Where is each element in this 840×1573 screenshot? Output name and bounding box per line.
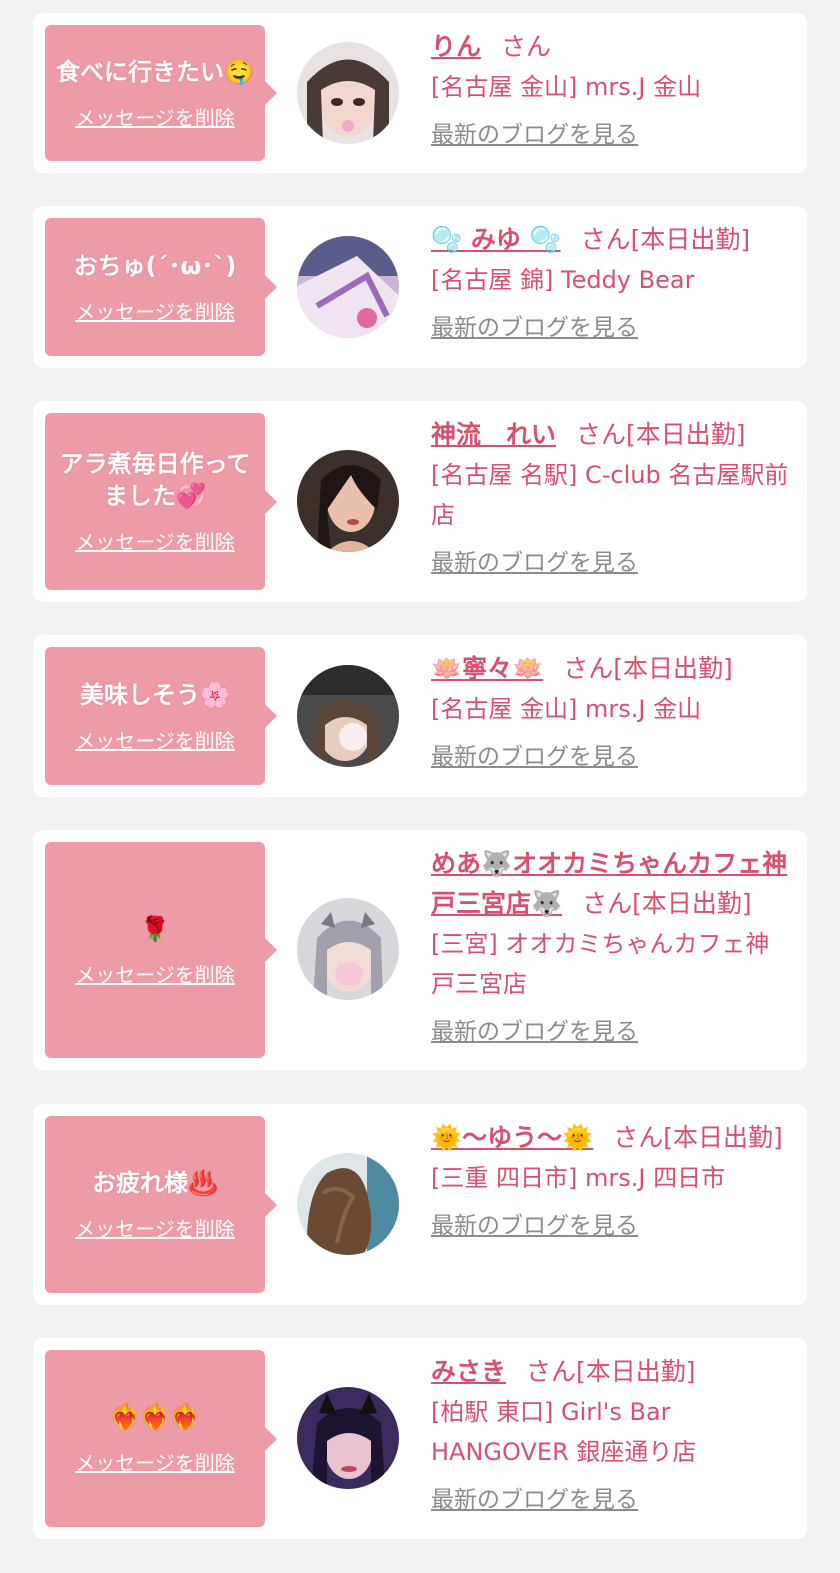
avatar-photo xyxy=(297,1153,399,1255)
message-bubble: 🌹 メッセージを削除 xyxy=(45,842,277,1058)
message-text: ❤️‍🔥❤️‍🔥❤️‍🔥 xyxy=(110,1403,200,1431)
avatar-photo xyxy=(297,665,399,767)
shop-name: [柏駅 東口] Girl's Bar HANGOVER 銀座通り店 xyxy=(431,1398,697,1466)
cast-info: りん さん [名古屋 金山] mrs.J 金山 最新のブログを見る xyxy=(431,27,793,149)
delete-message-link[interactable]: メッセージを削除 xyxy=(75,1213,235,1242)
latest-blog-link[interactable]: 最新のブログを見る xyxy=(431,121,638,149)
latest-blog-link[interactable]: 最新のブログを見る xyxy=(431,314,638,342)
avatar-photo xyxy=(297,898,399,1000)
favorite-card: おちゅ(´･ω･`) メッセージを削除 🫧 みゆ 🫧 さん[本日出勤] [名古屋 … xyxy=(33,206,807,368)
avatar-photo xyxy=(297,450,399,552)
cast-status: さん[本日出勤] xyxy=(582,889,752,918)
cast-info: みさき さん[本日出勤] [柏駅 東口] Girl's Bar HANGOVER … xyxy=(431,1352,793,1514)
latest-blog-link[interactable]: 最新のブログを見る xyxy=(431,1018,638,1046)
avatar[interactable] xyxy=(297,1387,399,1489)
favorites-list: 食べに行きたい🤤 メッセージを削除 りん さん [名古屋 金山] mrs.J 金山… xyxy=(0,0,840,1573)
cast-status: さん[本日出勤] xyxy=(613,1123,783,1152)
message-bubble: アラ煮毎日作ってました💞 メッセージを削除 xyxy=(45,413,277,590)
delete-message-link[interactable]: メッセージを削除 xyxy=(75,296,235,325)
cast-name-link[interactable]: 🫧 みゆ 🫧 xyxy=(431,225,561,254)
message-text: 食べに行きたい🤤 xyxy=(56,57,254,86)
shop-name: [三宮] オオカミちゃんカフェ神戸三宮店 xyxy=(431,930,770,998)
avatar[interactable] xyxy=(297,1153,399,1255)
delete-message-link[interactable]: メッセージを削除 xyxy=(75,959,235,988)
shop-name: [名古屋 名駅] C-club 名古屋駅前店 xyxy=(431,461,789,529)
favorite-card: 🌹 メッセージを削除 めあ🐺オオカミちゃんカフェ神戸三宮店🐺 さん[本日出勤] [… xyxy=(33,830,807,1070)
favorite-card: ❤️‍🔥❤️‍🔥❤️‍🔥 メッセージを削除 みさき さん[本日出勤] [柏駅 東口… xyxy=(33,1338,807,1539)
cast-status: さん[本日出勤] xyxy=(563,654,733,683)
favorite-card: 美味しそう🌸 メッセージを削除 🪷寧々🪷 さん[本日出勤] [名古屋 金山] mr… xyxy=(33,635,807,797)
avatar[interactable] xyxy=(297,450,399,552)
avatar-photo xyxy=(297,236,399,338)
cast-info: めあ🐺オオカミちゃんカフェ神戸三宮店🐺 さん[本日出勤] [三宮] オオカミちゃん… xyxy=(431,844,793,1046)
cast-name-link[interactable]: 🪷寧々🪷 xyxy=(431,654,543,683)
avatar-photo xyxy=(297,42,399,144)
latest-blog-link[interactable]: 最新のブログを見る xyxy=(431,1486,638,1514)
cast-name-link[interactable]: りん xyxy=(431,32,481,61)
avatar[interactable] xyxy=(297,665,399,767)
avatar[interactable] xyxy=(297,236,399,338)
cast-status: さん[本日出勤] xyxy=(576,420,746,449)
cast-status: さん[本日出勤] xyxy=(580,225,751,254)
delete-message-link[interactable]: メッセージを削除 xyxy=(75,102,235,131)
cast-name-link[interactable]: みさき xyxy=(431,1357,506,1386)
message-text: おちゅ(´･ω･`) xyxy=(73,251,237,280)
cast-status: さん[本日出勤] xyxy=(526,1357,696,1386)
shop-name: [名古屋 金山] mrs.J 金山 xyxy=(431,73,702,101)
cast-name-link[interactable]: 神流 れい xyxy=(431,420,556,449)
delete-message-link[interactable]: メッセージを削除 xyxy=(75,526,235,555)
avatar[interactable] xyxy=(297,898,399,1000)
favorite-card: お疲れ様♨️ メッセージを削除 🌞〜ゆう〜🌞 さん[本日出勤] [三重 四日市] … xyxy=(33,1104,807,1305)
cast-info: 🪷寧々🪷 さん[本日出勤] [名古屋 金山] mrs.J 金山 最新のブログを見る xyxy=(431,649,793,771)
avatar-photo xyxy=(297,1387,399,1489)
message-text: アラ煮毎日作ってました💞 xyxy=(59,450,251,510)
latest-blog-link[interactable]: 最新のブログを見る xyxy=(431,1212,638,1240)
cast-info: 神流 れい さん[本日出勤] [名古屋 名駅] C-club 名古屋駅前店 最新の… xyxy=(431,415,793,577)
delete-message-link[interactable]: メッセージを削除 xyxy=(75,1447,235,1476)
message-bubble: ❤️‍🔥❤️‍🔥❤️‍🔥 メッセージを削除 xyxy=(45,1350,277,1527)
shop-name: [三重 四日市] mrs.J 四日市 xyxy=(431,1164,726,1192)
avatar[interactable] xyxy=(297,42,399,144)
latest-blog-link[interactable]: 最新のブログを見る xyxy=(431,549,638,577)
message-bubble: 食べに行きたい🤤 メッセージを削除 xyxy=(45,25,277,161)
favorite-card: アラ煮毎日作ってました💞 メッセージを削除 神流 れい さん[本日出勤] [名古屋… xyxy=(33,401,807,602)
cast-info: 🌞〜ゆう〜🌞 さん[本日出勤] [三重 四日市] mrs.J 四日市 最新のブログ… xyxy=(431,1118,793,1240)
message-text: お疲れ様♨️ xyxy=(92,1169,218,1197)
message-bubble: お疲れ様♨️ メッセージを削除 xyxy=(45,1116,277,1293)
latest-blog-link[interactable]: 最新のブログを見る xyxy=(431,743,638,771)
message-text: 美味しそう🌸 xyxy=(80,680,230,709)
message-bubble: 美味しそう🌸 メッセージを削除 xyxy=(45,647,277,785)
message-text: 🌹 xyxy=(140,914,170,943)
shop-name: [名古屋 錦] Teddy Bear xyxy=(431,266,695,294)
cast-status: さん xyxy=(501,32,552,61)
shop-name: [名古屋 金山] mrs.J 金山 xyxy=(431,695,702,723)
favorite-card: 食べに行きたい🤤 メッセージを削除 りん さん [名古屋 金山] mrs.J 金山… xyxy=(33,13,807,173)
delete-message-link[interactable]: メッセージを削除 xyxy=(75,725,235,754)
cast-info: 🫧 みゆ 🫧 さん[本日出勤] [名古屋 錦] Teddy Bear 最新のブログ… xyxy=(431,220,793,342)
cast-name-link[interactable]: 🌞〜ゆう〜🌞 xyxy=(431,1123,593,1152)
message-bubble: おちゅ(´･ω･`) メッセージを削除 xyxy=(45,218,277,356)
